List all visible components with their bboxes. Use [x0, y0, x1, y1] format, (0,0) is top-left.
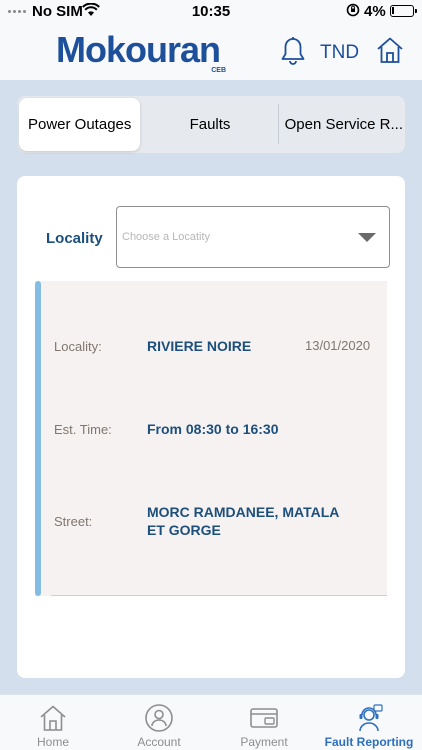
bell-icon[interactable]: [280, 36, 306, 66]
chevron-down-icon: [358, 233, 376, 242]
currency-selector[interactable]: TND: [320, 42, 359, 64]
tab-open-service-requests[interactable]: Open Service R...: [277, 104, 405, 144]
street-row-label: Street:: [54, 514, 93, 529]
locality-placeholder: Choose a Locatity: [122, 231, 211, 243]
outage-item[interactable]: Locality: RIVIERE NOIRE 13/01/2020 Est. …: [35, 281, 387, 596]
tab-faults[interactable]: Faults: [142, 96, 277, 153]
logo-subtitle: CEB: [211, 67, 226, 74]
battery-percentage: 4%: [364, 3, 386, 20]
logo-text: Mokouran: [56, 29, 221, 70]
home-icon: [38, 703, 68, 733]
nav-home-label: Home: [36, 735, 69, 749]
nav-account-label: Account: [137, 735, 181, 749]
locality-filter-label: Locality: [46, 230, 103, 247]
tab-power-outages[interactable]: Power Outages: [19, 98, 141, 151]
fault-reporting-icon: [354, 703, 384, 733]
orientation-lock-icon: [346, 3, 360, 21]
time-row-label: Est. Time:: [54, 422, 112, 437]
street-row-value-line2: ET GORGE: [147, 522, 221, 538]
nav-payment-label: Payment: [240, 735, 288, 749]
app-header: Mokouran CEB TND: [0, 22, 422, 80]
nav-payment[interactable]: Payment: [211, 695, 317, 750]
battery-icon: [390, 5, 417, 17]
nav-fault-reporting-label: Fault Reporting: [324, 735, 414, 749]
account-icon: [144, 703, 174, 733]
locality-row-label: Locality:: [54, 339, 102, 354]
outage-accent-bar: [35, 281, 41, 596]
nav-account[interactable]: Account: [106, 695, 212, 750]
time-row-value: From 08:30 to 16:30: [147, 421, 279, 437]
payment-icon: [249, 703, 279, 733]
locality-dropdown[interactable]: Choose a Locatity: [116, 206, 390, 268]
segment-tabs: Power Outages Faults Open Service R...: [17, 96, 405, 153]
home-icon[interactable]: [376, 36, 404, 64]
bottom-navigation: Home Account Payment Fault Reporting: [0, 694, 422, 750]
outage-date: 13/01/2020: [305, 338, 371, 353]
outages-card: Locality Choose a Locatity Locality: RIV…: [17, 176, 405, 678]
mokouran-logo: Mokouran CEB: [56, 28, 226, 74]
street-row-value-line1: MORC RAMDANEE, MATALA: [147, 504, 340, 520]
divider: [51, 595, 387, 596]
locality-row-value: RIVIERE NOIRE: [147, 338, 252, 354]
nav-fault-reporting[interactable]: Fault Reporting: [316, 695, 422, 750]
nav-home[interactable]: Home: [0, 695, 106, 750]
status-bar: No SIM 10:35 4%: [0, 0, 422, 22]
